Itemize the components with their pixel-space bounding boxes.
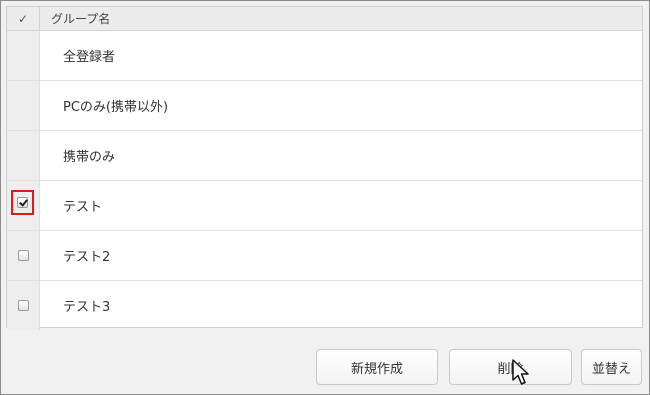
- highlight-box: [11, 190, 34, 215]
- table-row[interactable]: 携帯のみ: [7, 131, 642, 181]
- group-name: テスト: [63, 200, 103, 215]
- row-check-cell: [7, 181, 40, 230]
- group-name: 携帯のみ: [63, 150, 116, 165]
- row-checkbox[interactable]: [17, 300, 29, 311]
- table-header: ✓ グループ名: [7, 7, 642, 31]
- delete-button[interactable]: 削除: [449, 349, 572, 385]
- header-group-name: グループ名: [51, 12, 111, 26]
- row-checkbox[interactable]: [17, 250, 29, 261]
- row-check-cell: [7, 131, 40, 180]
- row-check-cell: [7, 81, 40, 130]
- row-checkbox-checked[interactable]: [17, 197, 28, 208]
- table-row[interactable]: 全登録者: [7, 31, 642, 81]
- table-row[interactable]: テスト3: [7, 281, 642, 331]
- row-check-cell: [7, 231, 40, 280]
- row-check-cell: [7, 281, 40, 330]
- table-row[interactable]: PCのみ(携帯以外): [7, 81, 642, 131]
- new-group-button[interactable]: 新規作成: [316, 349, 438, 385]
- sort-button[interactable]: 並替え: [581, 349, 642, 385]
- group-list-panel: ✓ グループ名 全登録者 PCのみ(携帯以外) 携帯のみ テスト テスト2 テス…: [0, 0, 650, 395]
- group-name: テスト3: [63, 300, 111, 315]
- group-name: テスト2: [63, 250, 111, 265]
- group-name: 全登録者: [63, 50, 116, 65]
- mouse-pointer-icon: [512, 359, 529, 385]
- table-row[interactable]: テスト: [7, 181, 642, 231]
- group-name: PCのみ(携帯以外): [63, 100, 169, 115]
- header-check-column: ✓: [7, 7, 40, 30]
- table-row[interactable]: テスト2: [7, 231, 642, 281]
- check-mark-icon: ✓: [17, 11, 29, 26]
- group-table: ✓ グループ名 全登録者 PCのみ(携帯以外) 携帯のみ テスト テスト2 テス…: [6, 6, 643, 331]
- row-check-cell: [7, 31, 40, 80]
